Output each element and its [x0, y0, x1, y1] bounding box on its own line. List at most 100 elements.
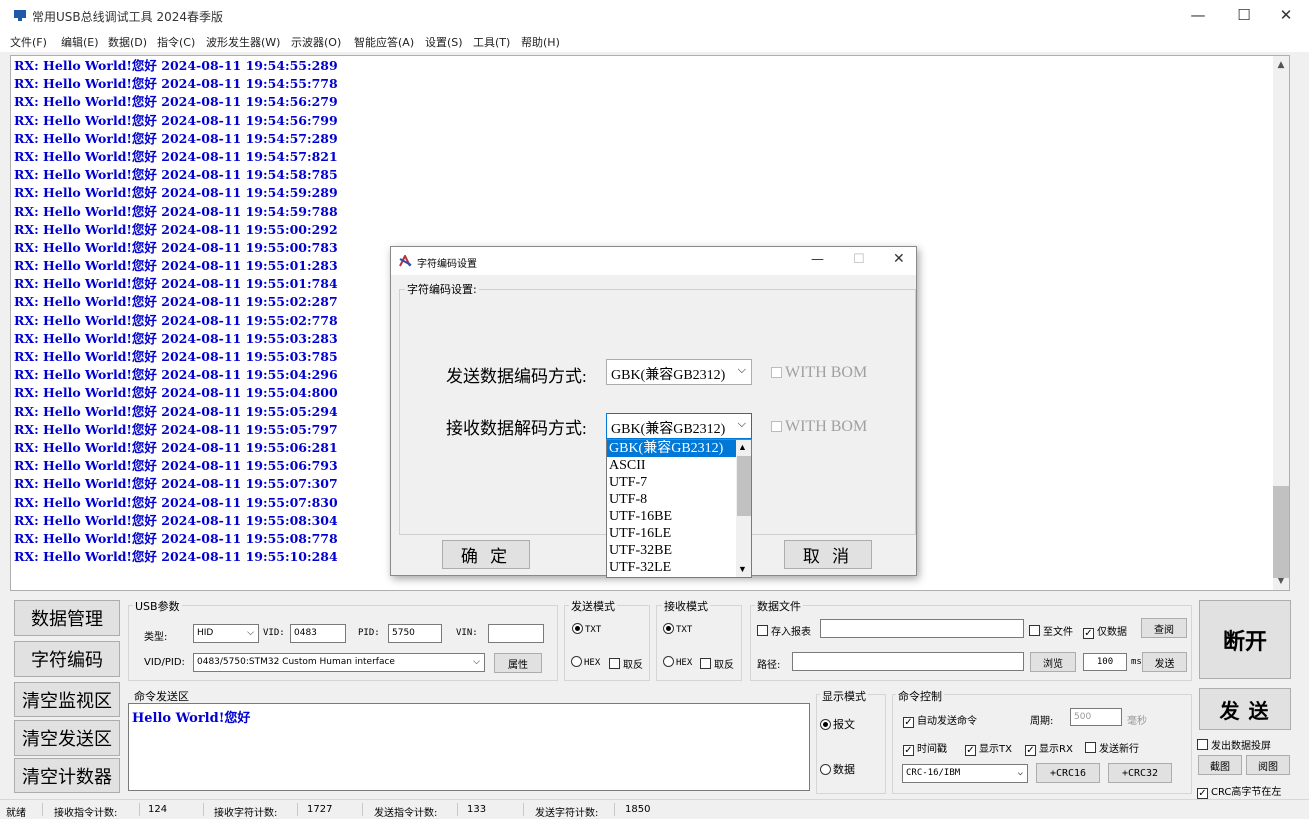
path-label: 路径: [757, 660, 781, 671]
path-input[interactable] [792, 652, 1024, 671]
report-input[interactable] [820, 619, 1024, 638]
pid-input[interactable]: 5750 [388, 624, 442, 643]
vid-input[interactable]: 0483 [290, 624, 346, 643]
menu-command[interactable]: 指令(C) [157, 34, 195, 50]
recv-hex-radio[interactable]: HEX [663, 656, 692, 668]
dialog-minimize-button[interactable]: — [811, 252, 824, 267]
recv-txt-radio[interactable]: TXT [663, 623, 692, 635]
log-line: RX: Hello World!您好 2024-08-11 19:55:05:7… [14, 421, 338, 437]
scroll-up-icon[interactable]: ▲ [738, 442, 747, 452]
encoding-dropdown-list[interactable]: GBK(兼容GB2312) ASCII UTF-7 UTF-8 UTF-16BE… [606, 439, 752, 578]
show-tx-checkbox[interactable]: 显示TX [965, 740, 1012, 756]
ok-button[interactable]: 确 定 [442, 540, 530, 569]
dialog-title-bar: 字符编码设置 — ☐ ✕ [391, 247, 916, 275]
menu-edit[interactable]: 编辑(E) [61, 34, 99, 50]
send-newline-checkbox[interactable]: 发送新行 [1085, 740, 1139, 755]
file-send-button[interactable]: 发送 [1142, 652, 1187, 672]
encoding-option-ascii[interactable]: ASCII [607, 457, 751, 474]
screenshot-button[interactable]: 截图 [1198, 755, 1242, 775]
clear-monitor-button[interactable]: 清空监视区 [14, 682, 120, 717]
timestamp-checkbox[interactable]: 时间戳 [903, 740, 947, 756]
vidpid-select[interactable]: 0483/5750:STM32 Custom Human interface ⌵ [193, 653, 485, 672]
scroll-down-icon[interactable]: ▼ [738, 564, 747, 574]
char-encoding-button[interactable]: 字符编码 [14, 641, 120, 677]
save-report-checkbox[interactable]: 存入报表 [757, 623, 811, 638]
log-line: RX: Hello World!您好 2024-08-11 19:55:08:7… [14, 530, 338, 546]
send-with-bom-checkbox[interactable]: WITH BOM [771, 364, 867, 382]
dialog-title: 字符编码设置 [417, 259, 477, 270]
to-file-checkbox[interactable]: 至文件 [1029, 623, 1073, 638]
pid-label: PID: [358, 628, 380, 638]
interval-input[interactable]: 100 [1083, 653, 1127, 671]
recv-invert-checkbox[interactable]: 取反 [700, 656, 734, 671]
scrollbar-thumb[interactable] [1273, 486, 1289, 578]
encoding-option-gbk[interactable]: GBK(兼容GB2312) [607, 440, 751, 457]
encoding-option-utf7[interactable]: UTF-7 [607, 474, 751, 491]
dialog-close-button[interactable]: ✕ [893, 251, 905, 267]
crc-select[interactable]: CRC-16/IBM ⌵ [902, 764, 1028, 783]
log-line: RX: Hello World!您好 2024-08-11 19:54:55:2… [14, 58, 338, 73]
crc32-button[interactable]: +CRC32 [1108, 763, 1172, 783]
status-ready: 就绪 [6, 808, 26, 819]
vin-input[interactable] [488, 624, 544, 643]
menu-data[interactable]: 数据(D) [108, 34, 147, 50]
properties-button[interactable]: 属性 [494, 653, 542, 673]
dialog-maximize-button[interactable]: ☐ [853, 252, 865, 267]
data-only-checkbox[interactable]: 仅数据 [1083, 623, 1127, 639]
display-report-radio[interactable]: 报文 [820, 716, 855, 732]
chevron-down-icon: ⌵ [737, 418, 746, 430]
scroll-up-icon[interactable]: ▲ [1273, 60, 1289, 70]
cancel-button[interactable]: 取 消 [784, 540, 872, 569]
encoding-option-utf32le[interactable]: UTF-32LE [607, 559, 751, 576]
view-image-button[interactable]: 阅图 [1246, 755, 1290, 775]
log-line: RX: Hello World!您好 2024-08-11 19:55:03:7… [14, 349, 338, 364]
encoding-option-utf8[interactable]: UTF-8 [607, 491, 751, 508]
clear-send-button[interactable]: 清空发送区 [14, 720, 120, 756]
menu-help[interactable]: 帮助(H) [521, 34, 560, 50]
show-rx-checkbox[interactable]: 显示RX [1025, 740, 1073, 756]
log-line: RX: Hello World!您好 2024-08-11 19:55:06:2… [14, 439, 338, 455]
menu-file[interactable]: 文件(F) [10, 34, 47, 50]
recv-char-count-label: 接收字符计数: [214, 808, 278, 819]
encoding-option-utf16be[interactable]: UTF-16BE [607, 508, 751, 525]
display-mode-group [816, 694, 886, 794]
menu-settings[interactable]: 设置(S) [425, 34, 463, 50]
menu-auto-reply[interactable]: 智能应答(A) [354, 34, 414, 50]
log-line: RX: Hello World!您好 2024-08-11 19:55:07:8… [14, 494, 338, 510]
send-invert-checkbox[interactable]: 取反 [609, 656, 643, 671]
display-data-radio[interactable]: 数据 [820, 761, 855, 777]
send-button[interactable]: 发 送 [1199, 688, 1291, 730]
recv-with-bom-checkbox[interactable]: WITH BOM [771, 418, 867, 436]
minimize-button[interactable]: — [1175, 0, 1221, 30]
dropdown-scrollbar[interactable]: ▲ ▼ [736, 440, 751, 577]
auto-send-checkbox[interactable]: 自动发送命令 [903, 712, 977, 728]
maximize-button[interactable]: ☐ [1221, 0, 1267, 30]
encoding-option-utf16le[interactable]: UTF-16LE [607, 525, 751, 542]
send-hex-radio[interactable]: HEX [571, 656, 600, 668]
send-encoding-select[interactable]: GBK(兼容GB2312) ⌵ [606, 359, 752, 385]
crc16-button[interactable]: +CRC16 [1036, 763, 1100, 783]
disconnect-button[interactable]: 断开 [1199, 600, 1291, 679]
menu-tools[interactable]: 工具(T) [473, 34, 510, 50]
status-bar: 就绪 接收指令计数: 124 接收字符计数: 1727 发送指令计数: 133 … [0, 799, 1309, 819]
clear-counter-button[interactable]: 清空计数器 [14, 758, 120, 793]
period-input[interactable]: 500 [1070, 708, 1122, 726]
send-txt-radio[interactable]: TXT [572, 623, 601, 635]
type-select[interactable]: HID ⌵ [193, 624, 259, 643]
query-button[interactable]: 查阅 [1141, 618, 1187, 638]
usb-params-label: USB参数 [133, 598, 182, 614]
cast-checkbox[interactable]: 发出数据投屏 [1197, 737, 1271, 752]
crc-high-left-checkbox[interactable]: CRC高字节在左 [1197, 783, 1281, 799]
command-textarea[interactable]: Hello World!您好 [128, 703, 810, 791]
data-manage-button[interactable]: 数据管理 [14, 600, 120, 636]
chevron-down-icon: ⌵ [1017, 768, 1023, 778]
type-value: HID [197, 628, 214, 638]
encoding-option-utf32be[interactable]: UTF-32BE [607, 542, 751, 559]
menu-oscilloscope[interactable]: 示波器(O) [291, 34, 341, 50]
recv-encoding-select[interactable]: GBK(兼容GB2312) ⌵ [606, 413, 752, 439]
menu-waveform[interactable]: 波形发生器(W) [206, 34, 280, 50]
browse-button[interactable]: 浏览 [1030, 652, 1076, 672]
vidpid-value: 0483/5750:STM32 Custom Human interface [197, 657, 395, 667]
close-button[interactable]: ✕ [1263, 0, 1309, 30]
dropdown-scroll-thumb[interactable] [737, 456, 751, 516]
